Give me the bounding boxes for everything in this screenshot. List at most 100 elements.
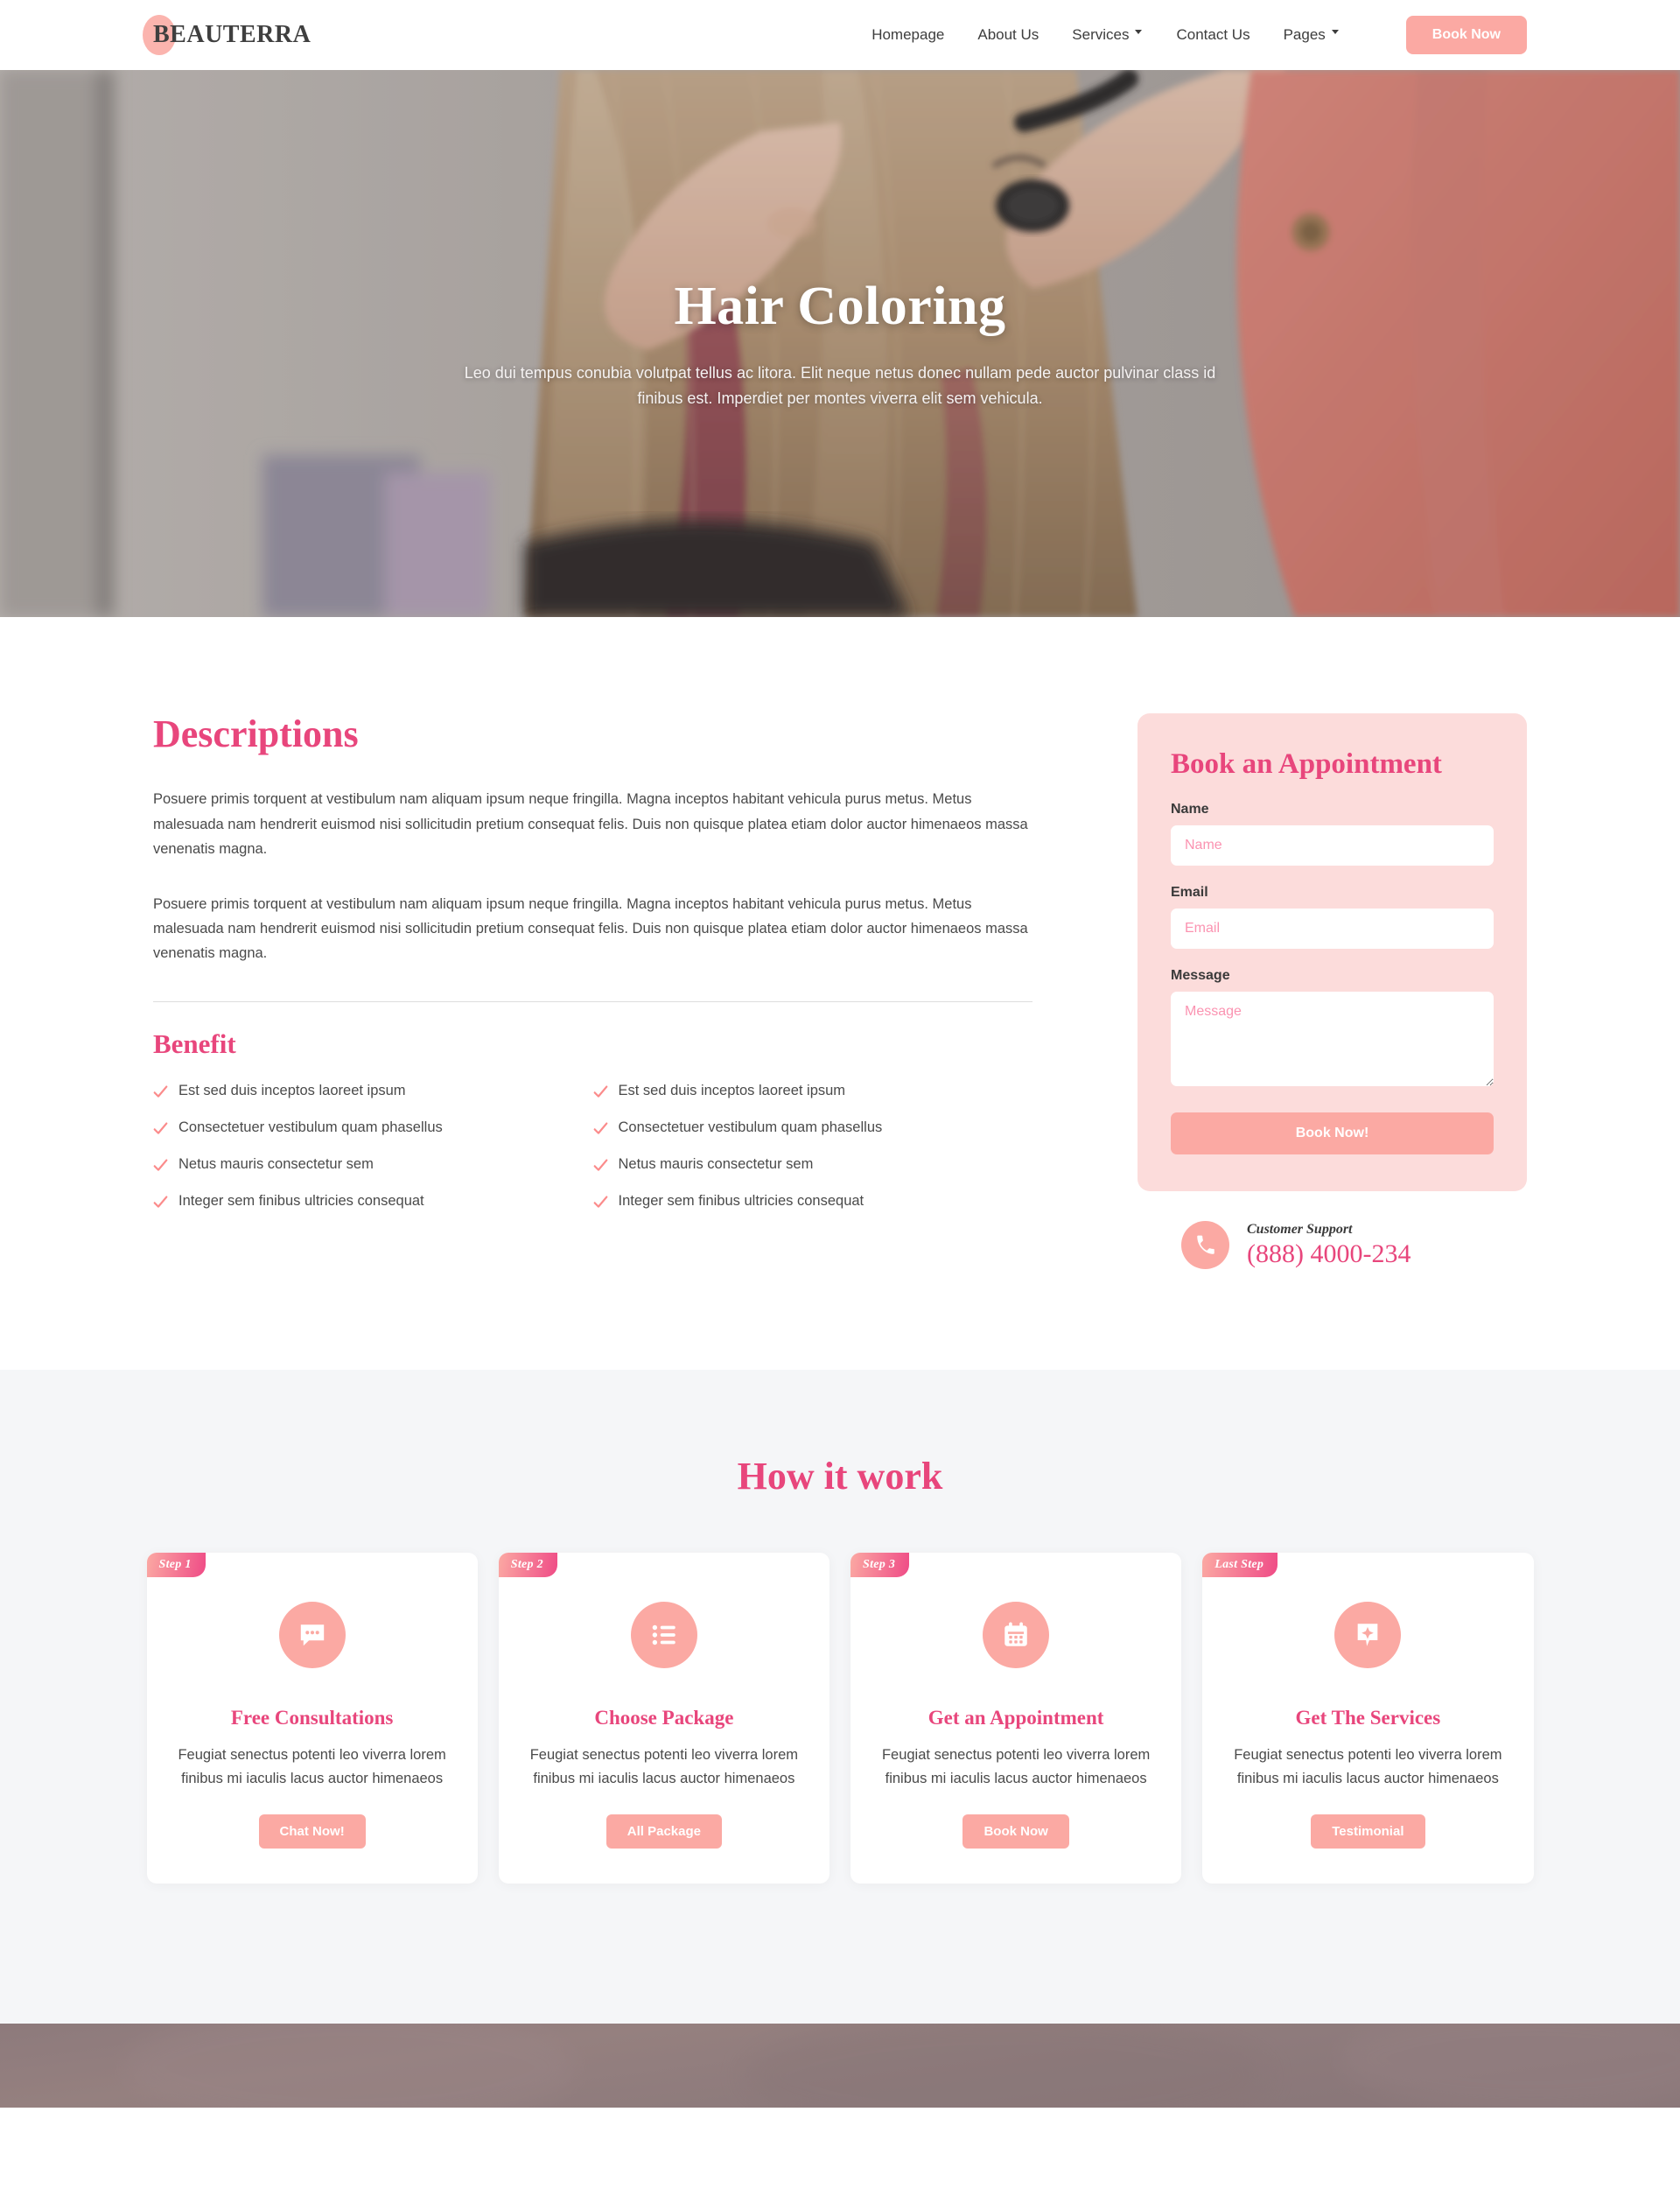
check-icon: [593, 1122, 607, 1134]
nav-label: About Us: [977, 26, 1040, 43]
message-textarea[interactable]: [1171, 992, 1494, 1086]
check-icon: [593, 1085, 607, 1098]
list-item: Integer sem finibus ultricies consequat: [593, 1193, 1033, 1210]
step-action-button[interactable]: All Package: [606, 1814, 722, 1849]
check-icon: [593, 1196, 607, 1208]
list-item-label: Integer sem finibus ultricies consequat: [178, 1192, 424, 1209]
nav-label: Services: [1072, 26, 1130, 43]
nav-item-homepage[interactable]: Homepage: [872, 26, 944, 44]
check-icon: [153, 1159, 168, 1171]
step-title: Choose Package: [594, 1707, 734, 1729]
phone-glyph: [1196, 1235, 1214, 1254]
check-icon: [153, 1122, 168, 1134]
footer-photo: [0, 2024, 1680, 2108]
list-item: Est sed duis inceptos laoreet ipsum: [153, 1083, 593, 1099]
sparkle-badge-glyph: [1358, 1624, 1378, 1646]
steps-card-list: Step 1 Free Consultations Feugiat senect…: [146, 1553, 1534, 1884]
nav-item-about-us[interactable]: About Us: [977, 26, 1039, 44]
sparkle-badge-icon: [1334, 1602, 1402, 1668]
step-card: Last Step Get The Services Feugiat senec…: [1202, 1553, 1534, 1884]
step-badge: Last Step: [1202, 1553, 1278, 1577]
description-paragraph: Posuere primis torquent at vestibulum na…: [153, 791, 1028, 858]
list-item: Netus mauris consectetur sem: [593, 1156, 1033, 1173]
benefit-list-left: Est sed duis inceptos laoreet ipsum Cons…: [153, 1083, 593, 1230]
nav-item-services[interactable]: Services: [1072, 26, 1143, 44]
page-root: BEAUTERRA Homepage About Us Services Con…: [0, 0, 1680, 2203]
check-icon: [153, 1085, 168, 1098]
nav-label: Contact Us: [1176, 26, 1250, 43]
hero-subtitle: Leo dui tempus conubia volutpat tellus a…: [464, 363, 1216, 407]
hero-title: Hair Coloring: [674, 276, 1006, 336]
calendar-glyph: [1004, 1622, 1027, 1646]
email-input[interactable]: [1171, 909, 1494, 949]
chevron-down-icon: [1135, 29, 1143, 38]
brand-logo[interactable]: BEAUTERRA: [143, 15, 312, 55]
list-item-label: Netus mauris consectetur sem: [178, 1155, 374, 1172]
main-navigation: Homepage About Us Services Contact Us Pa…: [872, 16, 1527, 54]
appointment-column: Book an Appointment Name Email Message B…: [1138, 713, 1527, 1269]
benefit-list-right: Est sed duis inceptos laoreet ipsum Cons…: [593, 1083, 1033, 1230]
descriptions-column: Descriptions Posuere primis torquent at …: [153, 712, 1033, 1230]
phone-icon[interactable]: [1181, 1221, 1229, 1269]
step-description: Feugiat senectus potenti leo viverra lor…: [529, 1747, 799, 1786]
email-label: Email: [1171, 885, 1208, 900]
support-phone-number[interactable]: (888) 4000-234: [1247, 1239, 1410, 1269]
site-header: BEAUTERRA Homepage About Us Services Con…: [0, 0, 1680, 70]
step-badge: Step 3: [850, 1553, 910, 1577]
step-badge: Step 1: [146, 1553, 206, 1577]
step-card: Step 3 Get an Appointment Feugiat senect…: [850, 1553, 1182, 1884]
list-item: Consectetuer vestibulum quam phasellus: [593, 1119, 1033, 1136]
footer-image-strip: [0, 2024, 1680, 2108]
how-it-work-title: How it work: [737, 1455, 943, 1498]
step-action-button[interactable]: Testimonial: [1311, 1814, 1425, 1849]
list-item-label: Netus mauris consectetur sem: [618, 1155, 814, 1172]
description-paragraph: Posuere primis torquent at vestibulum na…: [153, 895, 1028, 962]
chat-bubble-glyph: [300, 1624, 324, 1646]
step-action-button[interactable]: Chat Now!: [258, 1814, 366, 1849]
list-item: Integer sem finibus ultricies consequat: [153, 1193, 593, 1210]
hero-banner: Hair Coloring Leo dui tempus conubia vol…: [0, 70, 1680, 617]
chat-bubble-icon: [278, 1602, 346, 1668]
descriptions-heading: Descriptions: [153, 712, 359, 755]
step-description: Feugiat senectus potenti leo viverra lor…: [178, 1747, 446, 1786]
list-item-label: Consectetuer vestibulum quam phasellus: [618, 1119, 883, 1135]
list-item-label: Est sed duis inceptos laoreet ipsum: [178, 1082, 406, 1098]
list-icon: [630, 1602, 697, 1668]
list-item-label: Consectetuer vestibulum quam phasellus: [178, 1119, 443, 1135]
book-now-submit-button[interactable]: Book Now!: [1171, 1112, 1494, 1154]
chevron-down-icon: [1331, 29, 1340, 38]
header-book-now-button[interactable]: Book Now: [1405, 16, 1527, 54]
step-card: Step 2 Choose Package Feugiat senectus p…: [498, 1553, 830, 1884]
appointment-form-card: Book an Appointment Name Email Message B…: [1138, 713, 1527, 1191]
name-input[interactable]: [1171, 825, 1494, 866]
appointment-title: Book an Appointment: [1171, 748, 1442, 780]
step-title: Free Consultations: [230, 1707, 394, 1729]
calendar-icon: [983, 1602, 1050, 1668]
section-divider: [153, 1000, 1032, 1002]
logo-text: BEAUTERRA: [153, 21, 312, 48]
support-label: Customer Support: [1247, 1221, 1353, 1237]
step-title: Get an Appointment: [928, 1707, 1104, 1729]
nav-item-pages[interactable]: Pages: [1284, 26, 1340, 44]
check-icon: [153, 1196, 168, 1208]
list-item: Netus mauris consectetur sem: [153, 1156, 593, 1173]
list-item: Est sed duis inceptos laoreet ipsum: [593, 1083, 1033, 1099]
step-action-button[interactable]: Book Now: [962, 1814, 1069, 1849]
step-badge: Step 2: [498, 1553, 557, 1577]
step-description: Feugiat senectus potenti leo viverra lor…: [881, 1747, 1151, 1786]
list-item: Consectetuer vestibulum quam phasellus: [153, 1119, 593, 1136]
descriptions-section: Descriptions Posuere primis torquent at …: [0, 617, 1680, 1370]
step-description: Feugiat senectus potenti leo viverra lor…: [1234, 1747, 1502, 1786]
step-card: Step 1 Free Consultations Feugiat senect…: [146, 1553, 478, 1884]
check-icon: [593, 1159, 607, 1171]
step-title: Get The Services: [1295, 1707, 1441, 1729]
list-item-label: Est sed duis inceptos laoreet ipsum: [618, 1082, 846, 1098]
customer-support-block: Customer Support (888) 4000-234: [1138, 1221, 1527, 1269]
nav-item-contact-us[interactable]: Contact Us: [1176, 26, 1250, 44]
nav-label: Homepage: [872, 26, 945, 43]
nav-label: Pages: [1283, 26, 1326, 43]
list-item-label: Integer sem finibus ultricies consequat: [618, 1192, 864, 1209]
how-it-work-section: How it work Step 1 Free Consultations Fe…: [0, 1370, 1680, 2024]
message-label: Message: [1171, 968, 1230, 983]
list-glyph: [652, 1624, 676, 1645]
